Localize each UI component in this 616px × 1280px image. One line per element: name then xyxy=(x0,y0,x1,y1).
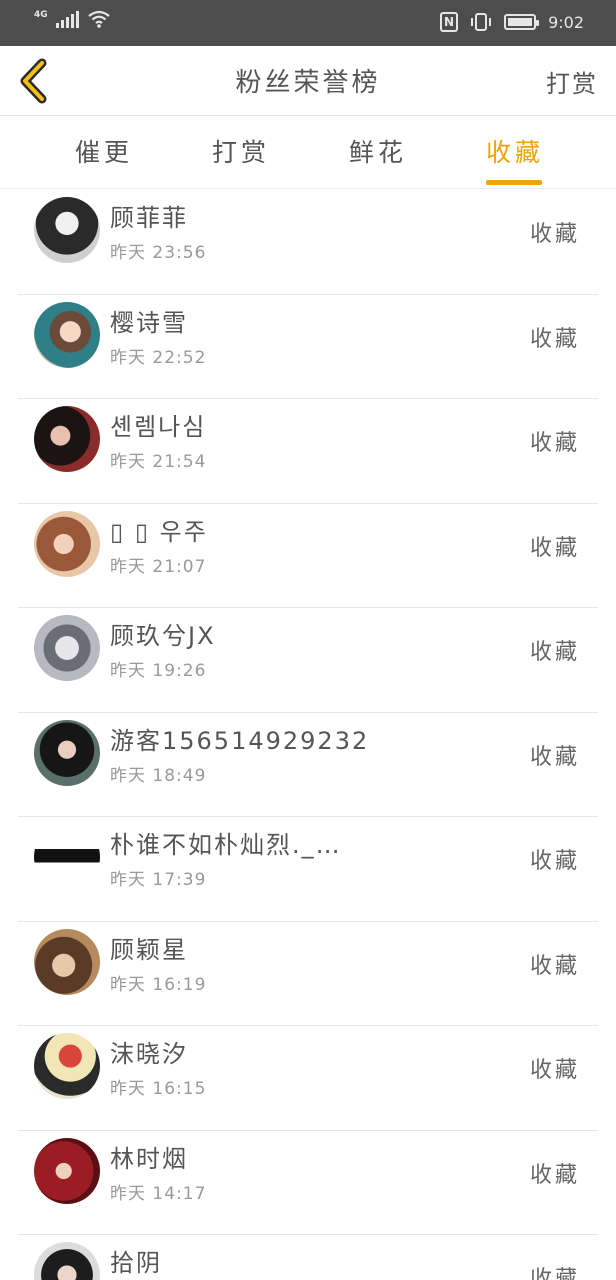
fan-action: 收藏 xyxy=(529,744,580,770)
avatar[interactable] xyxy=(34,824,100,890)
fan-time: 昨天 23:56 xyxy=(110,243,207,263)
avatar[interactable] xyxy=(34,510,100,577)
tab-reward[interactable]: 打赏 xyxy=(201,133,281,169)
fan-action: 收藏 xyxy=(529,1267,580,1280)
fan-name: 拾阴 xyxy=(110,1249,162,1277)
avatar[interactable] xyxy=(34,1033,100,1099)
fan-time: 昨天 18:49 xyxy=(110,765,207,786)
list-item[interactable]: 셴렘나심 昨天 21:54 收藏 xyxy=(18,399,598,504)
fan-action: 收藏 xyxy=(529,1058,580,1083)
avatar[interactable] xyxy=(34,719,100,786)
fan-name: 顾菲菲 xyxy=(110,204,188,232)
list-item[interactable]: 游客1565149292327 昨天 18:49 收藏 xyxy=(18,713,598,817)
fan-action: 收藏 xyxy=(529,222,580,247)
clock: 9:02 xyxy=(548,12,584,32)
avatar[interactable] xyxy=(34,301,100,368)
tab-favorites[interactable]: 收藏 xyxy=(475,133,555,169)
tab-bar: 催更 打赏 鲜花 收藏 xyxy=(0,117,616,189)
fan-name: 셴렘나심 xyxy=(110,413,207,441)
fan-time: 昨天 14:17 xyxy=(110,1183,207,1204)
fan-time: 昨天 22:52 xyxy=(110,347,207,368)
fan-time: 昨天 17:39 xyxy=(110,870,207,890)
list-item[interactable]: 沫晓汐 昨天 16:15 收藏 xyxy=(18,1026,598,1131)
fan-name: 顾颖星 xyxy=(110,935,188,964)
fan-name: 樱诗雪 xyxy=(110,308,188,337)
active-tab-indicator xyxy=(486,180,542,185)
tab-flowers[interactable]: 鲜花 xyxy=(338,133,418,169)
battery-icon xyxy=(504,14,540,30)
fan-time: 昨天 21:07 xyxy=(110,556,207,577)
fan-name: 林时烟 xyxy=(110,1144,188,1173)
fan-name: 游客1565149292327 xyxy=(110,726,370,755)
avatar[interactable] xyxy=(34,928,100,995)
avatar[interactable] xyxy=(34,197,100,263)
signal-icon xyxy=(55,10,79,28)
tab-urge[interactable]: 催更 xyxy=(64,133,144,169)
list-item[interactable]: 顾颖星 昨天 16:19 收藏 xyxy=(18,922,598,1026)
list-item[interactable]: 拾阴 收藏 xyxy=(18,1235,598,1280)
nfc-icon: N xyxy=(440,12,459,32)
fan-time: 昨天 21:54 xyxy=(110,452,207,472)
fan-action: 收藏 xyxy=(529,535,580,561)
avatar[interactable] xyxy=(34,1137,100,1204)
fan-name: 沫晓汐 xyxy=(110,1040,188,1068)
wifi-icon xyxy=(87,10,110,28)
fan-name: 朴谁不如朴灿烈._… xyxy=(110,831,342,859)
list-item[interactable]: 朴谁不如朴灿烈._… 昨天 17:39 收藏 xyxy=(18,817,598,922)
fan-time: 昨天 16:15 xyxy=(110,1079,207,1099)
fan-action: 收藏 xyxy=(529,953,580,979)
avatar[interactable] xyxy=(34,406,100,472)
fan-action: 收藏 xyxy=(529,849,580,874)
fan-action: 收藏 xyxy=(529,326,580,352)
fan-list: 顾菲菲 昨天 23:56 收藏 樱诗雪 昨天 22:52 收藏 셴렘나심 昨天 … xyxy=(0,190,616,1280)
vibrate-icon xyxy=(471,13,492,31)
page-title: 粉丝荣誉榜 xyxy=(235,68,381,98)
status-bar: 4G N 9:02 xyxy=(0,0,616,46)
fan-time: 昨天 16:19 xyxy=(110,974,207,995)
fan-name: 顾玖兮JX xyxy=(110,622,216,650)
list-item[interactable]: ▯ ▯ 우주 昨天 21:07 收藏 xyxy=(18,504,598,608)
list-item[interactable]: 樱诗雪 昨天 22:52 收藏 xyxy=(18,295,598,399)
avatar[interactable] xyxy=(34,615,100,681)
reward-button[interactable]: 打赏 xyxy=(546,64,598,99)
list-item[interactable]: 林时烟 昨天 14:17 收藏 xyxy=(18,1131,598,1235)
network-type: 4G xyxy=(34,10,48,20)
fan-action: 收藏 xyxy=(529,1162,580,1188)
list-item[interactable]: 顾玖兮JX 昨天 19:26 收藏 xyxy=(18,608,598,713)
list-item[interactable]: 顾菲菲 昨天 23:56 收藏 xyxy=(18,190,598,295)
avatar[interactable] xyxy=(34,1242,100,1280)
fan-action: 收藏 xyxy=(529,640,580,665)
title-bar: 粉丝荣誉榜 打赏 xyxy=(0,46,616,116)
fan-name: ▯ ▯ 우주 xyxy=(110,517,208,546)
fan-action: 收藏 xyxy=(529,431,580,456)
fan-time: 昨天 19:26 xyxy=(110,661,207,681)
